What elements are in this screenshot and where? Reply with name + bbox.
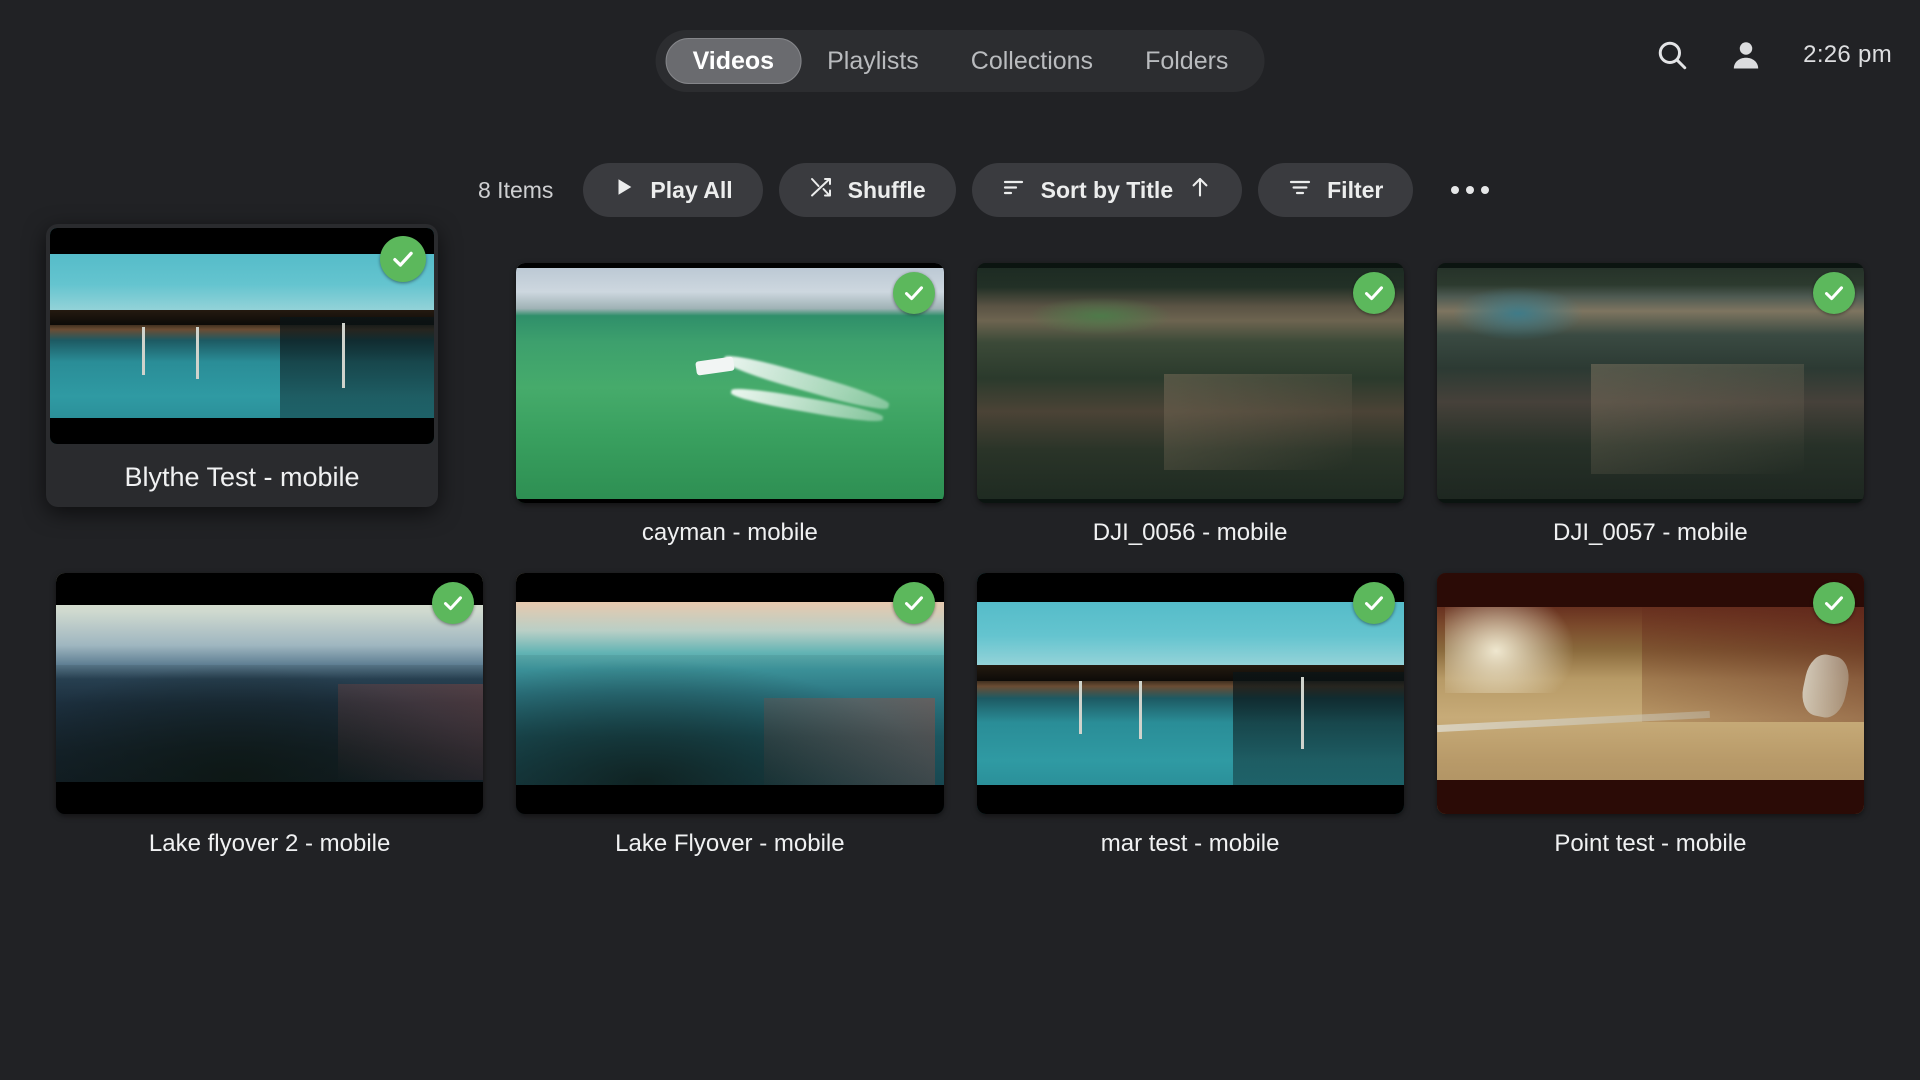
shuffle-icon bbox=[809, 175, 833, 205]
shuffle-button[interactable]: Shuffle bbox=[779, 163, 956, 217]
video-thumbnail[interactable] bbox=[977, 263, 1404, 503]
main-tab-bar: Videos Playlists Collections Folders bbox=[656, 30, 1265, 92]
shuffle-label: Shuffle bbox=[848, 177, 926, 204]
top-bar-right-group: 2:26 pm bbox=[1655, 38, 1892, 72]
letterbox-bar bbox=[56, 573, 483, 604]
letterbox-bar bbox=[1437, 573, 1864, 607]
filter-icon bbox=[1288, 175, 1312, 205]
selected-check-icon[interactable] bbox=[380, 236, 426, 282]
letterbox-bar bbox=[1437, 499, 1864, 504]
video-card[interactable]: DJI_0056 - mobile bbox=[977, 255, 1404, 547]
action-toolbar: 8 Items Play All Shuffle Sort by bbox=[0, 163, 1920, 217]
search-icon[interactable] bbox=[1655, 38, 1689, 72]
selected-check-icon[interactable] bbox=[1813, 272, 1855, 314]
video-card-focused[interactable]: Blythe Test - mobile bbox=[46, 224, 438, 507]
selected-check-icon[interactable] bbox=[893, 272, 935, 314]
video-card[interactable]: DJI_0057 - mobile bbox=[1437, 255, 1864, 547]
selected-check-icon[interactable] bbox=[1353, 582, 1395, 624]
item-count-label: 8 Items bbox=[478, 177, 553, 204]
video-thumbnail[interactable] bbox=[516, 263, 943, 503]
tab-folders[interactable]: Folders bbox=[1119, 38, 1254, 84]
play-icon bbox=[613, 176, 635, 204]
video-thumbnail[interactable] bbox=[977, 573, 1404, 813]
video-title: Lake Flyover - mobile bbox=[615, 830, 844, 858]
letterbox-bar bbox=[516, 785, 943, 814]
video-thumbnail[interactable] bbox=[50, 228, 434, 444]
letterbox-bar bbox=[977, 573, 1404, 602]
video-thumbnail[interactable] bbox=[1437, 573, 1864, 813]
play-all-button[interactable]: Play All bbox=[583, 163, 762, 217]
filter-button[interactable]: Filter bbox=[1258, 163, 1413, 217]
clock-time: 2:26 pm bbox=[1803, 41, 1892, 69]
selected-check-icon[interactable] bbox=[893, 582, 935, 624]
video-title: Point test - mobile bbox=[1554, 830, 1746, 858]
video-title: Lake flyover 2 - mobile bbox=[149, 830, 390, 858]
more-dot bbox=[1451, 186, 1459, 194]
thumbnail-image bbox=[516, 573, 943, 813]
tab-videos[interactable]: Videos bbox=[666, 38, 802, 84]
video-title: DJI_0056 - mobile bbox=[1093, 519, 1288, 547]
letterbox-bar bbox=[516, 263, 943, 268]
video-thumbnail[interactable] bbox=[516, 573, 943, 813]
video-thumbnail[interactable] bbox=[56, 573, 483, 813]
video-card[interactable]: cayman - mobile bbox=[516, 255, 943, 547]
video-title: Blythe Test - mobile bbox=[124, 462, 359, 493]
more-dot bbox=[1481, 186, 1489, 194]
person-icon[interactable] bbox=[1729, 38, 1763, 72]
tab-collections[interactable]: Collections bbox=[945, 38, 1119, 84]
letterbox-bar bbox=[1437, 780, 1864, 814]
video-card[interactable]: Lake Flyover - mobile bbox=[516, 565, 943, 857]
video-title: mar test - mobile bbox=[1101, 830, 1280, 858]
sort-label: Sort by Title bbox=[1041, 177, 1174, 204]
thumbnail-image bbox=[977, 263, 1404, 503]
top-bar: Videos Playlists Collections Folders 2:2… bbox=[0, 0, 1920, 108]
letterbox-bar bbox=[50, 418, 434, 444]
sort-icon bbox=[1002, 175, 1026, 205]
thumbnail-image bbox=[56, 573, 483, 813]
thumbnail-image bbox=[1437, 573, 1864, 813]
sort-button[interactable]: Sort by Title bbox=[972, 163, 1243, 217]
thumbnail-image bbox=[1437, 263, 1864, 503]
letterbox-bar bbox=[516, 499, 943, 504]
thumbnail-image bbox=[50, 228, 434, 444]
video-title: DJI_0057 - mobile bbox=[1553, 519, 1748, 547]
thumbnail-image bbox=[516, 263, 943, 503]
video-thumbnail[interactable] bbox=[1437, 263, 1864, 503]
more-dot bbox=[1466, 186, 1474, 194]
tab-playlists[interactable]: Playlists bbox=[801, 38, 945, 84]
letterbox-bar bbox=[977, 785, 1404, 814]
filter-label: Filter bbox=[1327, 177, 1383, 204]
arrow-up-icon bbox=[1188, 175, 1212, 205]
thumbnail-image bbox=[977, 573, 1404, 813]
letterbox-bar bbox=[50, 228, 434, 254]
letterbox-bar bbox=[516, 573, 943, 602]
video-card[interactable]: mar test - mobile bbox=[977, 565, 1404, 857]
selected-check-icon[interactable] bbox=[1353, 272, 1395, 314]
letterbox-bar bbox=[1437, 263, 1864, 268]
letterbox-bar bbox=[977, 263, 1404, 268]
more-options-button[interactable] bbox=[1437, 176, 1503, 204]
play-all-label: Play All bbox=[650, 177, 732, 204]
letterbox-bar bbox=[56, 782, 483, 813]
video-card[interactable]: Lake flyover 2 - mobile bbox=[56, 565, 483, 857]
video-title: cayman - mobile bbox=[642, 519, 818, 547]
video-card[interactable]: Point test - mobile bbox=[1437, 565, 1864, 857]
letterbox-bar bbox=[977, 499, 1404, 504]
